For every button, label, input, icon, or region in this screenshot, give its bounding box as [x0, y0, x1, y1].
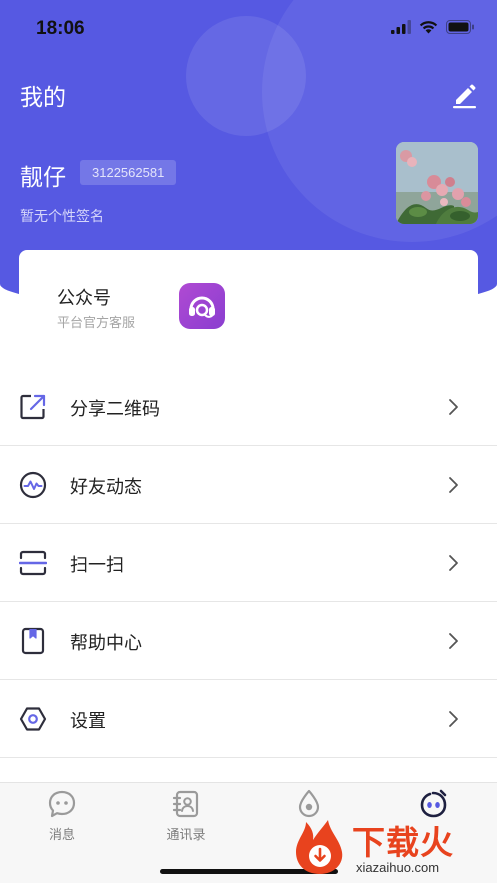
scan-icon [19, 550, 47, 576]
official-account-card[interactable]: 公众号 平台官方客服 [19, 250, 478, 358]
drop-icon [298, 789, 320, 818]
wifi-icon [419, 21, 438, 34]
settings-icon [19, 707, 47, 731]
official-account-subtitle: 平台官方客服 [57, 316, 136, 331]
book-icon [21, 627, 45, 655]
contacts-icon [172, 790, 199, 818]
menu-item-friend-feed[interactable]: 好友动态 [0, 446, 497, 524]
watermark-brand: 下载火 [352, 823, 454, 862]
share-icon [20, 394, 46, 420]
chevron-right-icon [449, 711, 458, 727]
watermark: 下载火 xiazaihuo.com [294, 816, 494, 882]
avatar-flower-image [396, 142, 478, 224]
status-bar: 18:06 [0, 0, 497, 60]
page-title: 我的 [20, 85, 66, 111]
tab-contacts[interactable]: 通讯录 [136, 789, 236, 843]
avatar[interactable] [396, 142, 478, 224]
menu-item-label: 设置 [70, 711, 106, 732]
chat-icon [48, 790, 76, 818]
activity-icon [19, 471, 47, 499]
menu-item-label: 帮助中心 [70, 633, 142, 654]
menu-item-settings[interactable]: 设置 [0, 680, 497, 758]
menu-item-help-center[interactable]: 帮助中心 [0, 602, 497, 680]
cellular-signal-icon [391, 20, 411, 34]
user-id-badge: 3122562581 [80, 160, 177, 185]
headset-icon [189, 296, 215, 318]
edit-pencil-icon [453, 84, 476, 109]
edit-profile-button[interactable] [448, 78, 480, 110]
watermark-url: xiazaihuo.com [356, 860, 440, 875]
official-account-app-icon[interactable] [179, 283, 225, 329]
menu-item-share-qr[interactable]: 分享二维码 [0, 368, 497, 446]
status-icons [391, 20, 475, 34]
settings-menu: 分享二维码 好友动态 扫一扫 帮助中心 设置 [0, 368, 497, 758]
battery-icon [446, 20, 474, 34]
tab-messages[interactable]: 消息 [12, 789, 112, 843]
username: 靓仔 [20, 165, 66, 191]
menu-item-label: 分享二维码 [70, 399, 160, 420]
tab-label: 通讯录 [166, 828, 206, 843]
flame-logo-icon [296, 820, 343, 874]
status-time: 18:06 [36, 18, 85, 39]
profile-face-icon [420, 789, 447, 818]
menu-item-label: 扫一扫 [70, 555, 124, 576]
menu-item-label: 好友动态 [70, 477, 142, 498]
tab-label: 消息 [48, 828, 75, 843]
menu-item-scan[interactable]: 扫一扫 [0, 524, 497, 602]
chevron-right-icon [449, 633, 458, 649]
chevron-right-icon [449, 399, 458, 415]
chevron-right-icon [449, 555, 458, 571]
official-account-title: 公众号 [57, 288, 111, 309]
chevron-right-icon [449, 477, 458, 493]
user-signature: 暂无个性签名 [20, 209, 104, 225]
